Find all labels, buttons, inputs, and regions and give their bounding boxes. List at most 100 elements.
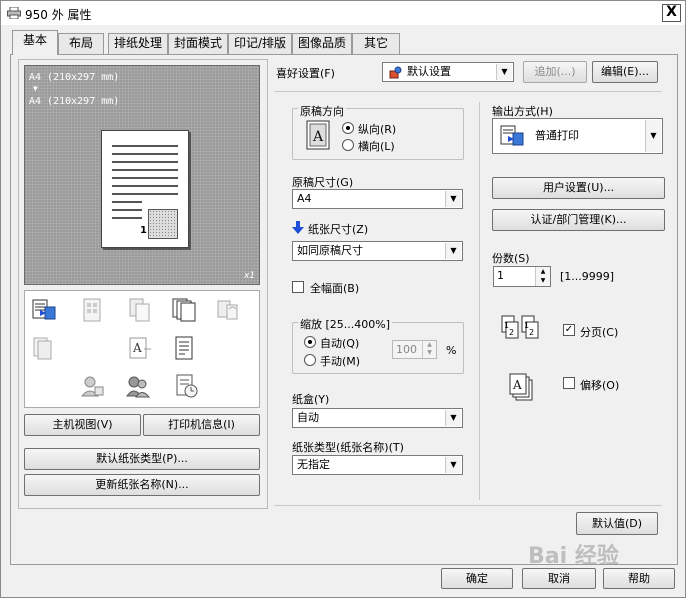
chevron-down-icon: ▼ [445,191,461,207]
zoom-unit: % [446,344,457,357]
zoom-group-title: 缩放 [25...400%] [298,316,393,332]
output-method-value: 普通打印 [535,129,579,142]
preview-page-number: 1 [140,225,147,236]
zoom-auto-radio[interactable] [304,336,316,348]
chevron-down-icon: ▼ [445,457,461,473]
paper-type-select[interactable]: 无指定 ▼ [292,455,463,475]
landscape-radio[interactable] [342,139,354,151]
default-paper-type-button[interactable]: 默认纸张类型(P)... [24,448,260,470]
page-flip-icon[interactable] [215,297,241,323]
column-divider [479,102,480,500]
function-icon-panel: A [24,290,260,408]
chevron-down-icon: ▼ [645,120,661,152]
collate-icon: 1 2 1 2 [501,315,539,339]
ok-button[interactable]: 确定 [441,568,513,589]
footer-divider [274,505,662,506]
zoom-spinner[interactable]: ▲ ▼ [422,341,436,358]
tray-select[interactable]: 自动 ▼ [292,408,463,428]
schedule-icon[interactable] [173,373,199,399]
grid-layout-icon[interactable] [79,297,105,323]
preview-page: 1 [101,130,189,248]
original-size-select[interactable]: A4 ▼ [292,189,463,209]
zoom-auto-label: 自动(Q) [320,337,360,350]
landscape-label: 横向(L) [358,140,395,153]
copies-spinner[interactable]: ▲ ▼ [535,267,550,286]
chevron-down-icon: ▼ [445,243,461,259]
restore-defaults-button[interactable]: 默认值(D) [576,512,658,535]
full-bleed-label: 全幅面(B) [310,282,360,295]
preview-arrow: ▼ [33,84,38,93]
watermark: Bai 经验 [528,544,619,569]
edit-favorite-button[interactable]: 编辑(E)... [592,61,658,83]
tab-image-quality[interactable]: 图像品质 [292,33,352,54]
update-paper-name-button[interactable]: 更新纸张名称(N)... [24,474,260,496]
preview-paper-size: A4 (210x297 mm) [29,96,120,107]
offset-checkbox[interactable] [563,377,575,389]
user-settings-button[interactable]: 用户设置(U)... [492,177,665,199]
close-button[interactable]: X [662,4,681,22]
copies-range: [1...9999] [560,270,615,283]
portrait-radio[interactable] [342,122,354,134]
print-output-icon[interactable] [31,297,57,323]
svg-text:A: A [512,378,522,392]
text-overlay-icon[interactable]: A [127,335,153,361]
svg-text:2: 2 [509,328,514,337]
cancel-button[interactable]: 取消 [522,568,596,589]
chevron-down-icon: ▼ [445,410,461,426]
original-size-label: 原稿尺寸(G) [292,176,354,189]
tab-other[interactable]: 其它 [352,33,400,54]
tray-label: 纸盒(Y) [292,393,330,406]
paper-type-label: 纸张类型(纸张名称)(T) [292,441,404,454]
copies-field[interactable]: 1 ▲ ▼ [493,266,551,287]
tab-layout[interactable]: 布局 [58,33,104,54]
paper-size-value: 如同原稿尺寸 [297,244,363,257]
tray-value: 自动 [297,411,319,424]
svg-text:2: 2 [529,328,534,337]
preview-thumbnail [148,209,178,239]
collate-checkbox[interactable]: ✓ [563,324,575,336]
favorites-label: 喜好设置(F) [276,67,335,80]
tab-basic[interactable]: 基本 [12,30,58,55]
offset-label: 偏移(O) [580,379,620,392]
output-method-label: 输出方式(H) [492,105,553,118]
portrait-label: 纵向(R) [358,123,397,136]
add-favorite-button[interactable]: 追加(...) [523,61,587,83]
printer-info-button[interactable]: 打印机信息(I) [143,414,260,436]
host-view-button[interactable]: 主机视图(V) [24,414,141,436]
favorites-select[interactable]: 默认设置 ▼ [382,62,514,82]
offset-icon: A [509,373,533,401]
page-header-icon[interactable] [171,335,197,361]
copies-label: 份数(S) [492,252,530,265]
zoom-manual-label: 手动(M) [320,355,361,368]
print-preview: A4 (210x297 mm) ▼ A4 (210x297 mm) 1 x1 [24,65,260,285]
paper-size-select[interactable]: 如同原稿尺寸 ▼ [292,241,463,261]
tab-finishing[interactable]: 排纸处理 [108,33,168,54]
orientation-group-title: 原稿方向 [298,103,346,119]
full-bleed-checkbox[interactable] [292,281,304,293]
stacked-pages-icon[interactable] [171,297,197,323]
help-button[interactable]: 帮助 [603,568,675,589]
svg-text:A: A [132,341,142,355]
duplex-icon[interactable] [31,335,57,361]
tab-stamp-composition[interactable]: 印记/排版 [228,33,292,54]
arrow-down-icon [292,221,304,234]
chevron-down-icon: ▼ [496,64,512,80]
paper-size-label: 纸张尺寸(Z) [308,223,369,236]
printer-icon [7,7,21,19]
auth-dept-button[interactable]: 认证/部门管理(K)... [492,209,665,231]
zoom-value-field[interactable]: 100 ▲ ▼ [392,340,437,359]
window-title: 950 外 属性 [25,8,92,22]
zoom-manual-radio[interactable] [304,354,316,366]
document-copy-icon[interactable] [127,297,153,323]
tab-cover-mode[interactable]: 封面模式 [168,33,228,54]
users-group-icon[interactable] [125,373,151,399]
header-divider [274,91,662,92]
paper-type-value: 无指定 [297,458,330,471]
collate-label: 分页(C) [580,326,619,339]
copies-value: 1 [497,269,504,282]
user-auth-icon[interactable] [79,373,105,399]
svg-text:A: A [312,129,324,145]
output-method-select[interactable]: 普通打印 ▼ [492,118,663,154]
favorites-value: 默认设置 [407,65,451,78]
original-size-value: A4 [297,192,312,205]
